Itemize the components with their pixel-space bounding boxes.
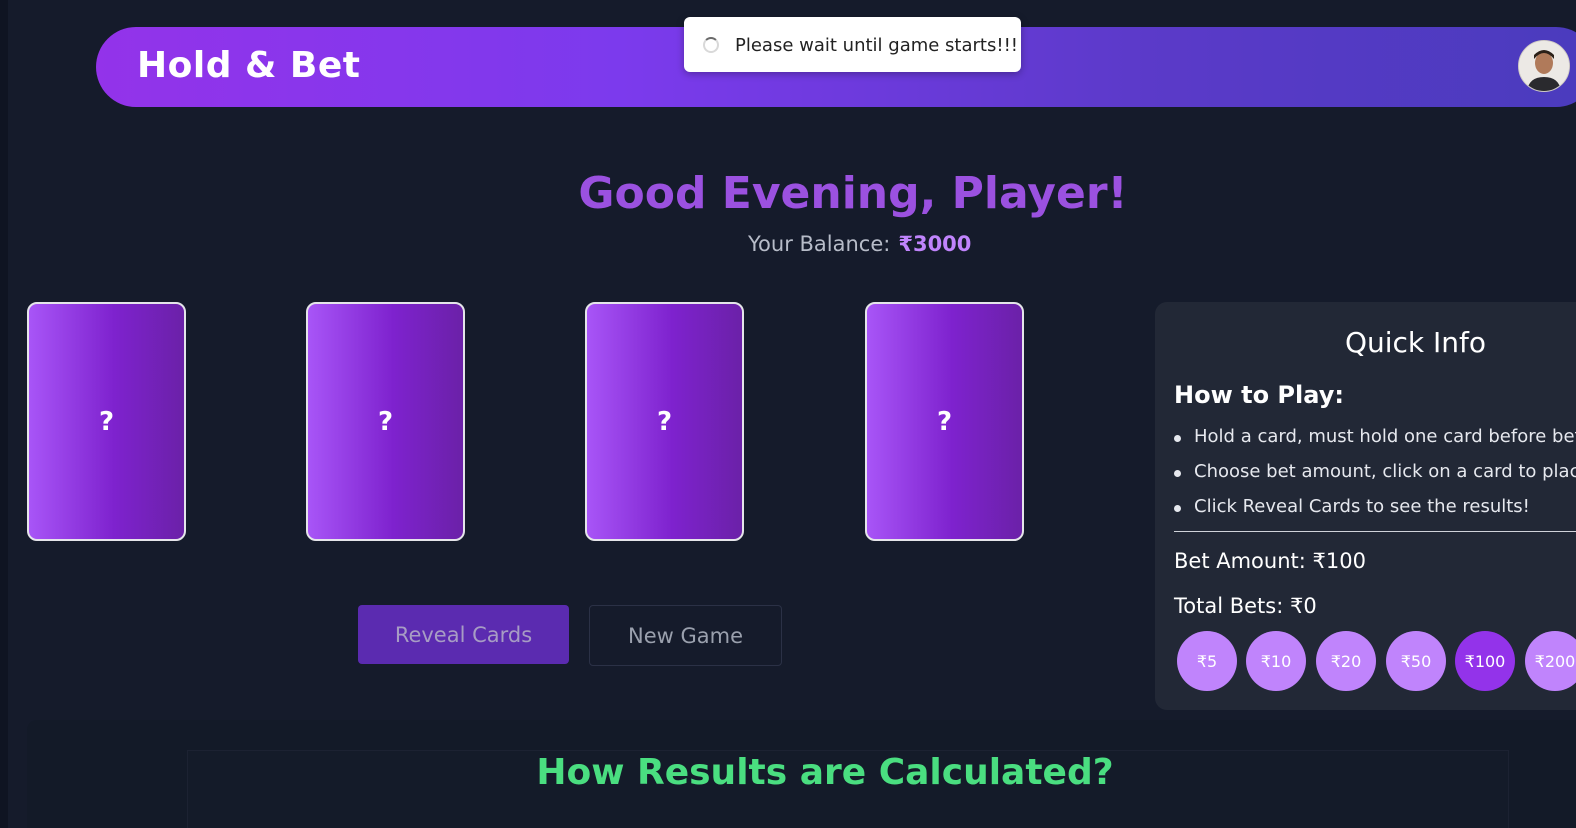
- user-avatar-icon: [1519, 41, 1569, 91]
- chip-50-button[interactable]: ₹50: [1386, 631, 1446, 691]
- chip-20-button[interactable]: ₹20: [1316, 631, 1376, 691]
- results-title: How Results are Calculated?: [536, 752, 1114, 793]
- avatar[interactable]: [1518, 40, 1570, 92]
- reveal-cards-button[interactable]: Reveal Cards: [358, 605, 569, 664]
- list-item: Click Reveal Cards to see the results!: [1174, 496, 1576, 531]
- chip-200-button[interactable]: ₹200: [1525, 631, 1576, 691]
- card-face: ?: [936, 406, 953, 437]
- greeting-title: Good Evening, Player!: [578, 168, 1128, 219]
- quick-info-title: Quick Info: [1344, 326, 1487, 359]
- how-to-play-heading: How to Play:: [1174, 381, 1344, 409]
- card-face: ?: [377, 406, 394, 437]
- bet-amount-text: Bet Amount: ₹100: [1174, 549, 1366, 573]
- list-item: Hold a card, must hold one card before b…: [1174, 426, 1576, 461]
- quick-info-panel: Quick Info How to Play: Hold a card, mus…: [1155, 302, 1576, 710]
- card-4[interactable]: ?: [865, 302, 1024, 541]
- balance-value: ₹3000: [898, 232, 972, 256]
- balance-label: Your Balance:: [748, 232, 891, 256]
- brand-title: Hold & Bet: [137, 45, 361, 86]
- card-2[interactable]: ?: [306, 302, 465, 541]
- card-1[interactable]: ?: [27, 302, 186, 541]
- card-face: ?: [98, 406, 115, 437]
- rules-list: Hold a card, must hold one card before b…: [1174, 426, 1576, 531]
- wait-toast: Please wait until game starts!!!: [684, 17, 1021, 72]
- card-3[interactable]: ?: [585, 302, 744, 541]
- card-face: ?: [656, 406, 673, 437]
- loading-spinner-icon: [703, 37, 719, 53]
- chip-10-button[interactable]: ₹10: [1246, 631, 1306, 691]
- balance-line: Your Balance: ₹3000: [748, 232, 971, 256]
- list-item: Choose bet amount, click on a card to pl…: [1174, 461, 1576, 496]
- divider: [1174, 531, 1576, 532]
- chip-100-button[interactable]: ₹100: [1455, 631, 1515, 691]
- page-edge: [0, 0, 8, 828]
- chip-5-button[interactable]: ₹5: [1177, 631, 1237, 691]
- toast-message: Please wait until game starts!!!: [735, 35, 1018, 56]
- new-game-button[interactable]: New Game: [589, 605, 782, 666]
- total-bets-text: Total Bets: ₹0: [1174, 594, 1317, 618]
